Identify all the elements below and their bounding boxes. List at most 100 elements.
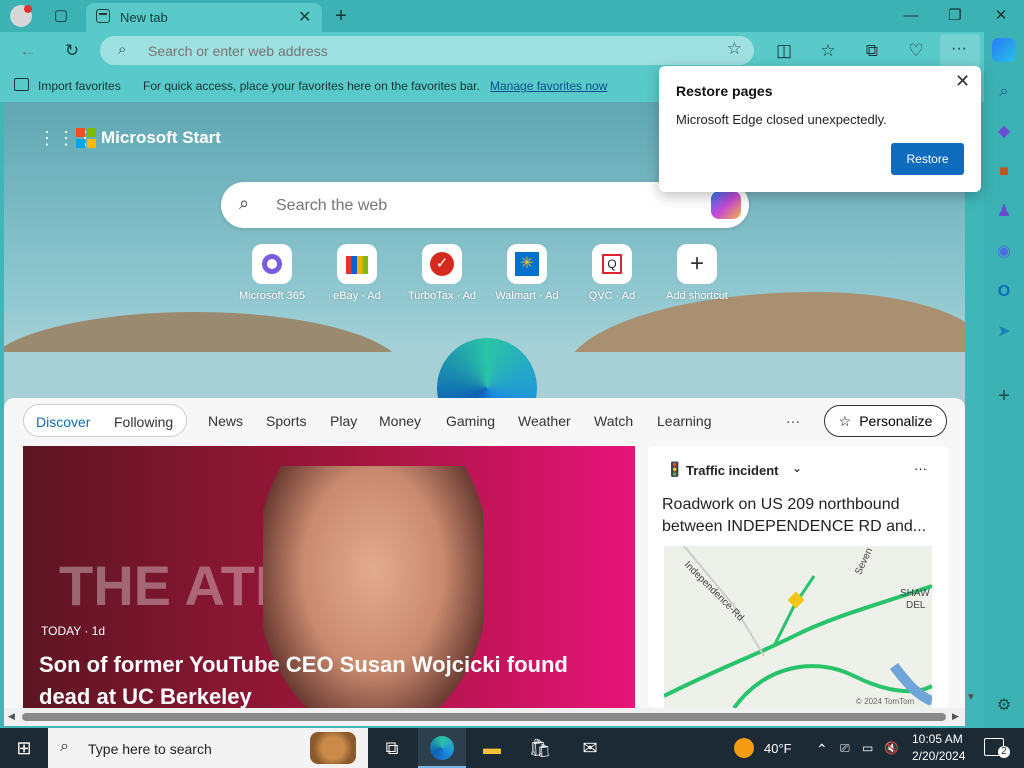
tab-actions-icon[interactable]: ▢ — [46, 4, 76, 28]
search-icon[interactable]: ⌕ — [992, 80, 1016, 104]
tab-new-tab[interactable]: New tab ✕ — [86, 3, 322, 32]
new-tab-button[interactable]: + — [326, 4, 356, 28]
traffic-light-icon: 🚦 — [666, 461, 684, 477]
notification-count: 2 — [998, 746, 1010, 758]
map-label: DEL — [906, 600, 926, 611]
clock-date[interactable]: 2/20/2024 — [912, 749, 965, 763]
refresh-icon[interactable]: ↻ — [58, 38, 86, 64]
nav-gaming[interactable]: Gaming — [446, 413, 495, 429]
send-icon[interactable]: ➤ — [992, 320, 1016, 344]
task-view-icon[interactable]: ⧉ — [368, 728, 416, 768]
sidebar-settings-icon[interactable]: ⚙ — [992, 694, 1016, 718]
search-icon: ⌕ — [60, 738, 69, 755]
start-button[interactable]: ⊞ — [0, 728, 48, 768]
add-shortcut-icon: + — [677, 244, 717, 284]
map-label: SHAW — [900, 588, 930, 599]
favorites-icon[interactable]: ☆ — [814, 38, 842, 64]
import-favorites-link[interactable]: Import favorites — [38, 79, 121, 93]
traffic-card[interactable]: 🚦 Traffic incident ⌄ ··· Roadwork on US … — [648, 446, 948, 708]
mail-icon[interactable]: ✉ — [566, 728, 614, 768]
restore-window-button[interactable]: ❐ — [940, 4, 970, 28]
shopping-icon[interactable]: ◆ — [992, 120, 1016, 144]
tile-label: TurboTax · Ad — [407, 290, 477, 302]
edge-taskbar-icon[interactable] — [418, 728, 466, 768]
traffic-text[interactable]: Roadwork on US 209 northbound between IN… — [662, 494, 942, 538]
games-icon[interactable]: ♟ — [992, 200, 1016, 224]
taskbar-search[interactable]: ⌕ Type here to search — [48, 728, 368, 768]
add-favorite-icon[interactable]: ☆ — [727, 39, 742, 59]
address-bar[interactable]: ⌕ ☆ — [100, 36, 754, 65]
close-icon[interactable]: ✕ — [955, 71, 970, 92]
weather-temp[interactable]: 40°F — [764, 741, 792, 756]
manage-favorites-link[interactable]: Manage favorites now — [490, 79, 607, 93]
tile-microsoft-365[interactable]: Microsoft 365 — [227, 244, 317, 302]
network-icon[interactable]: ▭ — [862, 741, 873, 755]
microsoft-logo — [76, 128, 96, 148]
tile-add-shortcut[interactable]: + Add shortcut — [652, 244, 742, 302]
scroll-left-arrow[interactable]: ◀ — [8, 711, 15, 722]
address-input[interactable] — [148, 43, 688, 59]
tab-following[interactable]: Following — [114, 414, 173, 430]
profile-icon[interactable] — [10, 5, 32, 27]
tile-qvc[interactable]: Q QVC · Ad — [567, 244, 657, 302]
copilot-icon[interactable] — [711, 191, 741, 219]
nav-news[interactable]: News — [208, 413, 243, 429]
personalize-button[interactable]: ☆ Personalize — [824, 405, 947, 437]
dialog-title: Restore pages — [676, 83, 773, 99]
tile-turbotax[interactable]: ✓ TurboTax · Ad — [397, 244, 487, 302]
traffic-title[interactable]: Traffic incident — [686, 463, 778, 478]
tab-title: New tab — [120, 10, 168, 25]
settings-and-more-button[interactable]: ··· — [940, 34, 980, 68]
scrollbar-thumb[interactable] — [22, 713, 946, 721]
search-highlight-icon — [310, 732, 356, 764]
split-screen-icon[interactable]: ◫ — [770, 38, 798, 64]
add-app-icon[interactable]: + — [992, 384, 1016, 408]
tile-walmart[interactable]: ✳ Walmart · Ad — [482, 244, 572, 302]
brand-title: Microsoft Start — [101, 128, 221, 147]
story-headline[interactable]: Son of former YouTube CEO Susan Wojcicki… — [39, 649, 619, 708]
restore-button[interactable]: Restore — [891, 143, 964, 175]
nav-more-icon[interactable]: ··· — [786, 413, 800, 429]
card-more-icon[interactable]: ··· — [914, 461, 927, 476]
tile-ebay[interactable]: eBay · Ad — [312, 244, 402, 302]
chevron-down-icon[interactable]: ⌄ — [792, 461, 802, 475]
nav-money[interactable]: Money — [379, 413, 421, 429]
windows-taskbar: ⊞ ⌕ Type here to search ⧉ ▬ 🛍 ✉ 40°F ⌃ ⎚… — [0, 728, 1024, 768]
close-window-button[interactable]: ✕ — [986, 4, 1016, 28]
tab-discover[interactable]: Discover — [36, 414, 90, 430]
camera-icon[interactable]: ⎚ — [840, 741, 850, 756]
nav-sports[interactable]: Sports — [266, 413, 306, 429]
traffic-map[interactable]: Independence-Rd Seven SHAW DEL © 2024 To… — [664, 546, 932, 708]
clock-time[interactable]: 10:05 AM — [912, 732, 963, 746]
minimize-button[interactable]: — — [896, 4, 926, 28]
tab-strip: ▢ New tab ✕ + — ❐ ✕ — [0, 0, 1024, 32]
close-tab-icon[interactable]: ✕ — [298, 7, 311, 27]
volume-icon[interactable]: 🔇 — [884, 741, 899, 755]
tray-chevron-icon[interactable]: ⌃ — [816, 741, 828, 758]
walmart-icon: ✳ — [507, 244, 547, 284]
scroll-right-arrow[interactable]: ▶ — [952, 711, 959, 722]
copilot-icon[interactable] — [992, 38, 1016, 62]
store-icon[interactable]: 🛍 — [516, 728, 564, 768]
scroll-down-arrow[interactable]: ▼ — [966, 692, 978, 704]
feed-toggle: Discover Following — [23, 404, 187, 437]
browser-essentials-icon[interactable]: ♡ — [902, 38, 930, 64]
weather-icon[interactable] — [734, 738, 754, 758]
file-explorer-icon[interactable]: ▬ — [468, 728, 516, 768]
horizontal-scrollbar[interactable]: ◀ ▶ — [4, 708, 965, 726]
nav-play[interactable]: Play — [330, 413, 357, 429]
microsoft-365-icon[interactable]: ◉ — [992, 240, 1016, 264]
back-icon[interactable]: ← — [14, 38, 42, 64]
hero-story-card[interactable]: THE ATLANTIC TODAY · 1d Son of former Yo… — [23, 446, 635, 708]
nav-learning[interactable]: Learning — [657, 413, 712, 429]
dialog-message: Microsoft Edge closed unexpectedly. — [676, 112, 887, 127]
nav-watch[interactable]: Watch — [594, 413, 633, 429]
nav-weather[interactable]: Weather — [518, 413, 571, 429]
tools-icon[interactable]: ■ — [992, 160, 1016, 184]
favorites-hint: For quick access, place your favorites h… — [143, 79, 480, 93]
collections-icon[interactable]: ⧉ — [858, 38, 886, 64]
tile-label: Microsoft 365 — [238, 290, 306, 302]
outlook-icon[interactable]: O — [992, 280, 1016, 304]
personalize-icon: ☆ — [838, 412, 852, 429]
web-search-input[interactable] — [276, 197, 676, 215]
